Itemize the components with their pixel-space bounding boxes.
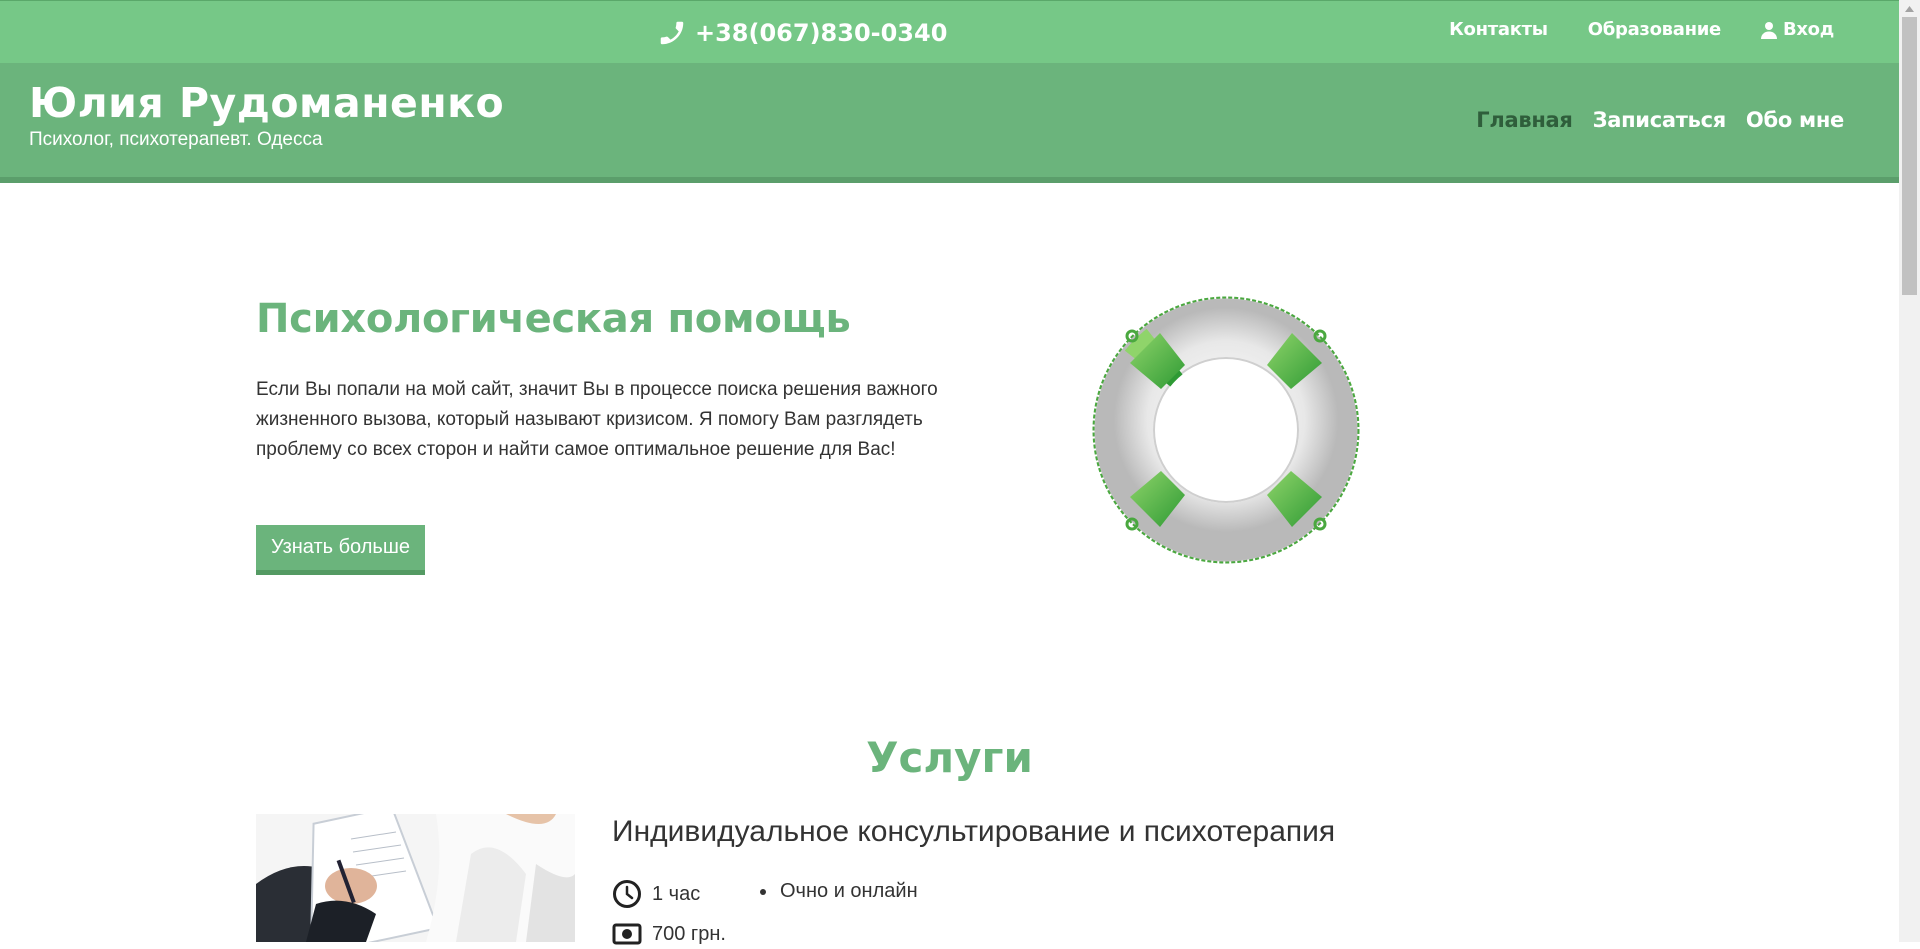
- format-text: Очно и онлайн: [780, 880, 918, 902]
- user-icon: [1760, 21, 1777, 39]
- service-title: Индивидуальное консультирование и психот…: [612, 815, 1336, 848]
- login-label: Вход: [1782, 19, 1834, 40]
- login-link[interactable]: Вход: [1760, 19, 1834, 40]
- service-photo: [256, 814, 575, 942]
- price-text: 700 грн.: [652, 922, 726, 945]
- lifebuoy-image: [1092, 296, 1360, 564]
- phone-icon: [660, 21, 684, 45]
- main-nav: Главная Записаться Обо мне: [1476, 108, 1844, 132]
- money-icon: [612, 923, 642, 945]
- learn-more-button[interactable]: Узнать больше: [256, 525, 425, 575]
- scroll-up-arrow-icon[interactable]: [1899, 0, 1920, 17]
- scrollbar-thumb[interactable]: [1902, 17, 1917, 295]
- phone-contact[interactable]: +38(067)830-0340: [657, 16, 947, 50]
- phone-number: +38(067)830-0340: [695, 19, 948, 47]
- site-title[interactable]: Юлия Рудоманенко: [29, 79, 504, 127]
- site-subtitle: Психолог, психотерапевт. Одесса: [29, 129, 323, 150]
- hero-text: Если Вы попали на мой сайт, значит Вы в …: [256, 379, 938, 460]
- top-bar: +38(067)830-0340 Контакты Образование Вх…: [0, 0, 1899, 63]
- hero-title: Психологическая помощь: [256, 296, 851, 342]
- link-education[interactable]: Образование: [1588, 19, 1722, 40]
- site-header: Юлия Рудоманенко Психолог, психотерапевт…: [0, 63, 1899, 183]
- service-price: 700 грн.: [612, 919, 726, 949]
- clock-icon: [613, 880, 641, 908]
- top-links: Контакты Образование Вход: [1449, 19, 1834, 40]
- duration-text: 1 час: [652, 882, 701, 905]
- service-format: Очно и онлайн: [760, 880, 918, 903]
- nav-home[interactable]: Главная: [1476, 108, 1573, 132]
- bullet-dot: [760, 888, 766, 895]
- nav-about[interactable]: Обо мне: [1746, 108, 1844, 132]
- services-title: Услуги: [866, 733, 1033, 782]
- service-duration: 1 час: [612, 879, 700, 909]
- link-contacts[interactable]: Контакты: [1449, 19, 1548, 40]
- nav-signup[interactable]: Записаться: [1593, 108, 1727, 132]
